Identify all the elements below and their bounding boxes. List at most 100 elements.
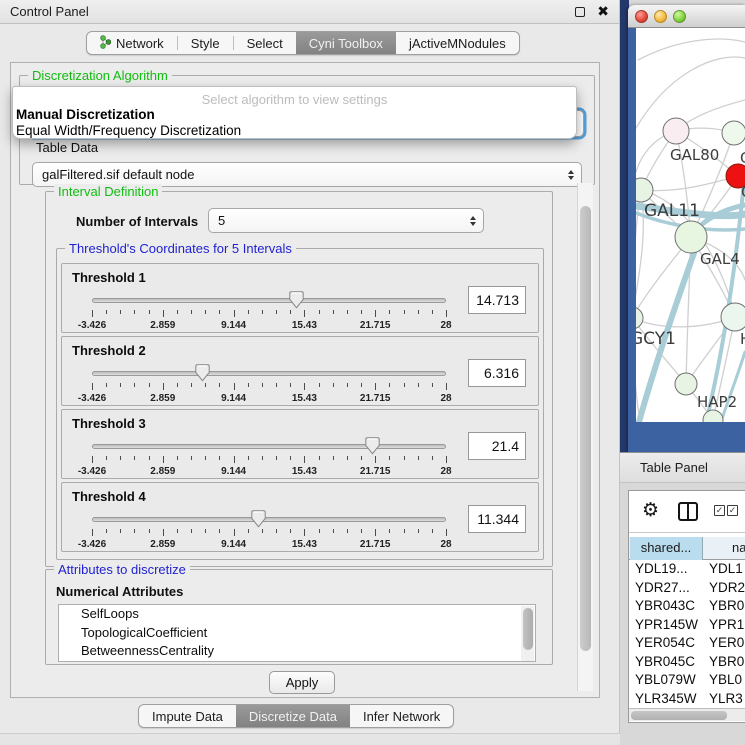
- network-window-titlebar[interactable]: [628, 5, 745, 28]
- slider-track[interactable]: [92, 517, 446, 522]
- cell-shared-name[interactable]: YDR27...: [635, 579, 690, 597]
- table-row[interactable]: YDR27... YDR2: [629, 579, 745, 598]
- tab-discretize-data[interactable]: Discretize Data: [236, 705, 350, 727]
- threshold-slider[interactable]: -3.4262.8599.14415.4321.71528: [92, 509, 446, 551]
- node-gal4[interactable]: [675, 221, 707, 253]
- checkbox-icon[interactable]: ✓: [727, 505, 738, 516]
- cell-shared-name[interactable]: YBR045C: [635, 653, 695, 671]
- threshold-slider[interactable]: -3.4262.8599.14415.4321.71528: [92, 290, 446, 332]
- network-edge[interactable]: [636, 317, 735, 327]
- table-row[interactable]: YBL079W YBL0: [629, 671, 745, 690]
- cell-name[interactable]: YDL1: [709, 560, 743, 578]
- tab-jactivemnodules[interactable]: jActiveMNodules: [396, 32, 519, 54]
- node-right-mid[interactable]: [721, 303, 745, 331]
- table-row[interactable]: YDL19... YDL1: [629, 560, 745, 579]
- table-row[interactable]: YER054C YER0: [629, 634, 745, 653]
- tick-mark: [333, 529, 334, 533]
- attributes-scrollbar[interactable]: [521, 606, 534, 662]
- panel-scrollbar[interactable]: [577, 183, 593, 691]
- minimize-traffic-light-icon[interactable]: [654, 10, 667, 23]
- scrollbar-thumb[interactable]: [580, 206, 591, 651]
- node-top-right[interactable]: [722, 121, 745, 145]
- threshold-slider[interactable]: -3.4262.8599.14415.4321.71528: [92, 363, 446, 405]
- cell-name[interactable]: YLR3: [709, 690, 743, 708]
- slider-handle[interactable]: [195, 364, 210, 382]
- attributes-listbox[interactable]: SelfLoopsTopologicalCoefficientBetweenne…: [58, 604, 536, 662]
- tab-select[interactable]: Select: [234, 32, 296, 54]
- slider-handle[interactable]: [365, 437, 380, 455]
- split-view-icon[interactable]: [678, 502, 698, 521]
- column-header-shared-name[interactable]: shared...: [630, 537, 703, 560]
- tab-cyni-toolbox[interactable]: Cyni Toolbox: [296, 32, 396, 54]
- threshold-value-field[interactable]: 14.713: [468, 286, 526, 314]
- scrollbar-thumb[interactable]: [523, 608, 533, 650]
- table-row[interactable]: YLR345W YLR3: [629, 690, 745, 709]
- network-edge[interactable]: [636, 57, 745, 128]
- tick-mark: [177, 456, 178, 460]
- network-edge[interactable]: [641, 176, 738, 191]
- node-label-hap2: HAP2: [697, 393, 737, 411]
- gear-icon[interactable]: ⚙: [642, 499, 659, 522]
- tick-mark: [219, 310, 220, 314]
- close-traffic-light-icon[interactable]: [635, 10, 648, 23]
- node-pink[interactable]: [663, 118, 689, 144]
- table-row[interactable]: YBR043C YBR0: [629, 597, 745, 616]
- zoom-traffic-light-icon[interactable]: [673, 10, 686, 23]
- threshold-value-field[interactable]: 6.316: [468, 359, 526, 387]
- slider-track[interactable]: [92, 298, 446, 303]
- cell-name[interactable]: YPR1: [709, 616, 744, 634]
- tick-mark: [333, 310, 334, 314]
- checkbox-icon[interactable]: ✓: [714, 505, 725, 516]
- cell-shared-name[interactable]: YBL079W: [635, 671, 696, 689]
- number-of-intervals-combobox[interactable]: 5: [208, 208, 484, 233]
- threshold-value-field[interactable]: 11.344: [468, 505, 526, 533]
- column-header-name[interactable]: na: [704, 537, 745, 560]
- node-bottom[interactable]: [703, 410, 723, 422]
- table-row[interactable]: YBR045C YBR0: [629, 653, 745, 672]
- node-gcy1[interactable]: [636, 307, 643, 329]
- float-window-icon[interactable]: [575, 7, 585, 17]
- apply-button[interactable]: Apply: [269, 671, 335, 694]
- tick-mark: [304, 529, 305, 536]
- tick-mark: [432, 310, 433, 314]
- tick-mark: [149, 383, 150, 387]
- close-icon[interactable]: ✖: [597, 3, 609, 20]
- node-gal11[interactable]: [636, 178, 653, 202]
- slider-track[interactable]: [92, 371, 446, 376]
- network-graph[interactable]: GAL80G.CGAL11GAL4GCY1HHAP2: [636, 28, 745, 422]
- slider-handle[interactable]: [289, 291, 304, 309]
- cell-name[interactable]: YBR0: [709, 597, 744, 615]
- network-edge-highlighted[interactable]: [721, 352, 745, 422]
- cell-name[interactable]: YBL0: [709, 671, 742, 689]
- cell-name[interactable]: YBR0: [709, 653, 744, 671]
- attribute-item-topologicalcoefficient[interactable]: TopologicalCoefficient: [59, 624, 535, 643]
- cell-shared-name[interactable]: YER054C: [635, 634, 695, 652]
- tab-impute-data[interactable]: Impute Data: [139, 705, 236, 727]
- dropdown-option-equal-width-frequency[interactable]: Equal Width/Frequency Discretization: [16, 123, 241, 138]
- cell-shared-name[interactable]: YLR345W: [635, 690, 697, 708]
- attribute-item-selfloops[interactable]: SelfLoops: [59, 605, 535, 624]
- cell-shared-name[interactable]: YDL19...: [635, 560, 688, 578]
- slider-track[interactable]: [92, 444, 446, 449]
- node-hap2[interactable]: [675, 373, 697, 395]
- group-title: Interval Definition: [54, 184, 162, 199]
- tab-network[interactable]: Network: [87, 32, 177, 54]
- tick-mark: [276, 456, 277, 460]
- cell-shared-name[interactable]: YPR145W: [635, 616, 698, 634]
- cell-shared-name[interactable]: YBR043C: [635, 597, 695, 615]
- attribute-item-betweennesscentrality[interactable]: BetweennessCentrality: [59, 642, 535, 661]
- table-h-scrollbar[interactable]: [629, 708, 745, 721]
- cell-name[interactable]: YER0: [709, 634, 744, 652]
- table-row[interactable]: YPR145W YPR1: [629, 616, 745, 635]
- dropdown-option-manual-discretization[interactable]: Manual Discretization: [16, 107, 155, 122]
- cell-name[interactable]: YDR2: [709, 579, 745, 597]
- tab-label: jActiveMNodules: [409, 36, 506, 51]
- scrollbar-thumb[interactable]: [631, 711, 727, 720]
- network-canvas[interactable]: GAL80G.CGAL11GAL4GCY1HHAP2: [636, 28, 745, 422]
- slider-handle[interactable]: [251, 510, 266, 528]
- tab-style[interactable]: Style: [178, 32, 233, 54]
- threshold-value-field[interactable]: 21.4: [468, 432, 526, 460]
- threshold-slider[interactable]: -3.4262.8599.14415.4321.71528: [92, 436, 446, 478]
- tab-infer-network[interactable]: Infer Network: [350, 705, 453, 727]
- tick-mark: [404, 383, 405, 387]
